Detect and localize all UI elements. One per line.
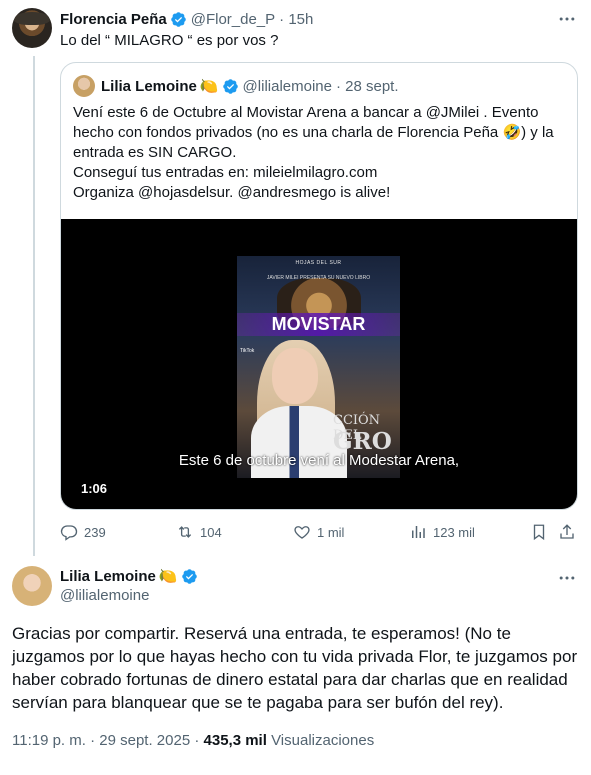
tweet-timestamp[interactable]: 11:19 p. m. · 29 sept. 2025 · bbox=[12, 732, 199, 749]
tweet-meta: 11:19 p. m. · 29 sept. 2025 · 435,3 mil … bbox=[12, 732, 374, 749]
quoted-text-line: Organiza @hojasdelsur. @andresmego is al… bbox=[73, 184, 391, 201]
tweet-lilia-reply[interactable]: Lilia Lemoine 🍋 @lilialemoine Gracias po… bbox=[0, 556, 591, 775]
quoted-tweet-header: Lilia Lemoine 🍋 @lilialemoine · 28 sept. bbox=[73, 75, 399, 97]
tweet-header: Lilia Lemoine 🍋 bbox=[60, 566, 198, 586]
repost-button[interactable]: 104 bbox=[176, 522, 222, 542]
video-caption: Este 6 de octubre vení al Modestar Arena… bbox=[178, 452, 460, 469]
avatar[interactable] bbox=[12, 8, 52, 48]
poster-subtitle: JAVIER MILEI PRESENTA SU NUEVO LIBRO bbox=[266, 275, 371, 281]
views-button[interactable]: 123 mil bbox=[409, 522, 475, 542]
tweet-text: Lo del “ MILAGRO “ es por vos ? bbox=[60, 32, 279, 49]
movistar-overlay-text: MOVISTAR bbox=[237, 313, 400, 336]
video-duration: 1:06 bbox=[81, 481, 108, 496]
author-handle[interactable]: @Flor_de_P bbox=[191, 11, 275, 28]
author-name[interactable]: Florencia Peña bbox=[60, 11, 167, 28]
verified-badge-icon bbox=[222, 78, 239, 95]
tweet-actions-bar: 239 104 1 mil 123 mil bbox=[60, 522, 578, 544]
author-name[interactable]: Lilia Lemoine bbox=[60, 568, 156, 585]
lemon-emoji: 🍋 bbox=[158, 567, 178, 585]
more-options-icon[interactable] bbox=[557, 9, 577, 29]
quoted-author-handle: @lilialemoine bbox=[242, 77, 332, 95]
quoted-avatar bbox=[73, 75, 95, 97]
video-player[interactable]: HOJAS DEL SUR JAVIER MILEI PRESENTA SU N… bbox=[61, 219, 577, 509]
views-count: 123 mil bbox=[433, 524, 475, 540]
tweet-florencia[interactable]: Florencia Peña @Flor_de_P · 15h Lo del “… bbox=[0, 0, 591, 556]
author-handle[interactable]: @lilialemoine bbox=[60, 587, 149, 604]
heart-icon bbox=[293, 523, 317, 541]
quoted-timestamp: · 28 sept. bbox=[335, 77, 399, 95]
share-icon bbox=[558, 523, 582, 541]
analytics-icon bbox=[409, 523, 433, 541]
quoted-text-line: Conseguí tus entradas en: mileielmilagro… bbox=[73, 164, 378, 181]
avatar[interactable] bbox=[12, 566, 52, 606]
bookmark-button[interactable] bbox=[530, 522, 554, 542]
repost-icon bbox=[176, 523, 200, 541]
like-button[interactable]: 1 mil bbox=[293, 522, 344, 542]
quoted-tweet[interactable]: Lilia Lemoine 🍋 @lilialemoine · 28 sept.… bbox=[60, 62, 578, 510]
poster-title-line: GRO bbox=[333, 428, 392, 455]
tweet-header: Florencia Peña @Flor_de_P · 15h bbox=[60, 9, 313, 29]
views-label: Visualizaciones bbox=[271, 732, 375, 749]
video-thumbnail: HOJAS DEL SUR JAVIER MILEI PRESENTA SU N… bbox=[237, 256, 400, 478]
reply-button[interactable]: 239 bbox=[60, 522, 106, 542]
tweet-timestamp[interactable]: · 15h bbox=[279, 11, 313, 28]
reply-icon bbox=[60, 523, 84, 541]
poster-brand: HOJAS DEL SUR bbox=[295, 260, 342, 266]
tweet-text: Gracias por compartir. Reservá una entra… bbox=[12, 624, 578, 712]
lemon-emoji: 🍋 bbox=[199, 77, 219, 95]
tiktok-watermark: TikTok bbox=[240, 348, 255, 354]
verified-badge-icon bbox=[181, 568, 198, 585]
bookmark-icon bbox=[530, 523, 554, 541]
repost-count: 104 bbox=[200, 524, 222, 540]
quoted-tweet-text: Vení este 6 de Octubre al Movistar Arena… bbox=[73, 103, 567, 203]
person-face bbox=[272, 348, 318, 404]
like-count: 1 mil bbox=[317, 524, 345, 540]
more-options-icon[interactable] bbox=[557, 568, 577, 588]
views-count: 435,3 mil bbox=[203, 732, 267, 749]
verified-badge-icon bbox=[170, 11, 187, 28]
quoted-author-name: Lilia Lemoine bbox=[101, 77, 197, 95]
quoted-text-line: Vení este 6 de Octubre al Movistar Arena… bbox=[73, 104, 554, 161]
share-button[interactable] bbox=[558, 522, 582, 542]
reply-count: 239 bbox=[84, 524, 106, 540]
